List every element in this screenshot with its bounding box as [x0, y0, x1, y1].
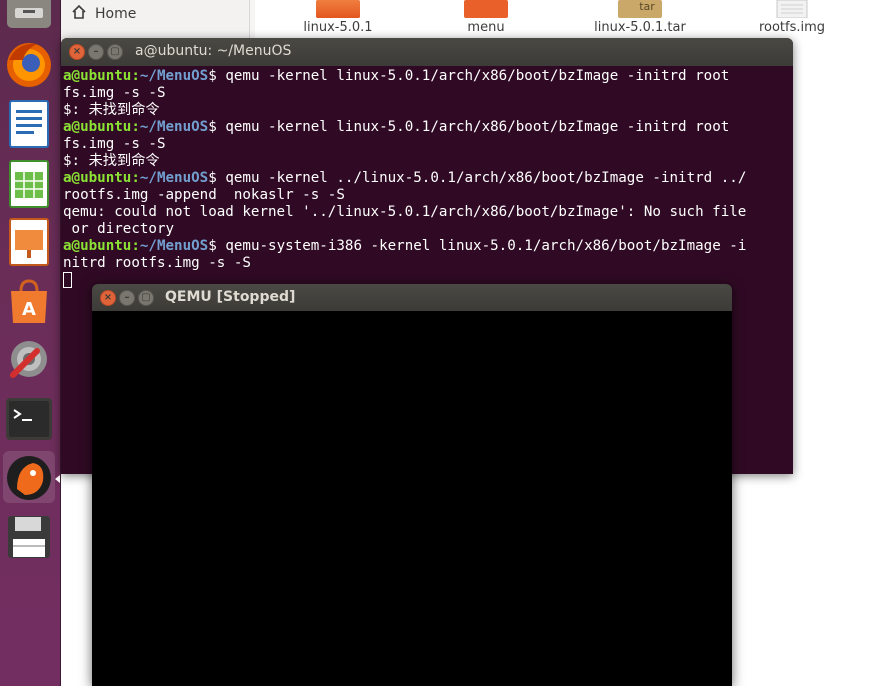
file-label: linux-5.0.1	[303, 20, 373, 35]
file-item-menu[interactable]: menu	[431, 0, 541, 35]
line-text: or directory	[63, 221, 175, 237]
terminal-titlebar[interactable]: × – ▢ a@ubuntu: ~/MenuOS	[61, 38, 793, 66]
text-cursor	[63, 272, 72, 288]
terminal-output-line: $: 未找到命令	[63, 102, 793, 119]
line-text: rootfs.img -append nokaslr -s -S	[63, 187, 345, 203]
line-text: nitrd rootfs.img -s -S	[63, 255, 251, 271]
close-icon: ×	[103, 292, 113, 303]
svg-text:A: A	[22, 299, 36, 320]
terminal-output-line: $: 未找到命令	[63, 153, 793, 170]
file-label: rootfs.img	[758, 20, 826, 35]
prompt-symbol: $	[208, 238, 226, 254]
line-text: qemu-system-i386 -kernel linux-5.0.1/arc…	[225, 238, 747, 254]
prompt-path: ~/MenuOS	[139, 119, 209, 135]
qemu-minimize-button[interactable]: –	[119, 290, 135, 306]
prompt-separator: :	[131, 238, 140, 254]
prompt-separator: :	[131, 68, 140, 84]
calc-icon[interactable]	[3, 158, 55, 210]
sidebar-item-label: Home	[95, 6, 137, 22]
maximize-icon: ▢	[141, 292, 151, 303]
folder-icon	[463, 0, 509, 18]
home-icon	[71, 4, 87, 24]
prompt-user: a@ubuntu	[63, 119, 132, 135]
line-text: qemu -kernel ../linux-5.0.1/arch/x86/boo…	[225, 170, 747, 186]
line-text: $: 未找到命令	[63, 102, 160, 118]
prompt-user: a@ubuntu	[63, 238, 132, 254]
file-label: linux-5.0.1.tar	[594, 20, 686, 35]
close-icon: ×	[72, 46, 82, 57]
minimize-button[interactable]: –	[88, 44, 104, 60]
line-text: qemu: could not load kernel '../linux-5.…	[63, 204, 747, 220]
terminal-output-line: rootfs.img -append nokaslr -s -S	[63, 187, 793, 204]
file-grid: linux-5.0.1 menu linux-5.0.1.tar rootfs.…	[255, 0, 877, 40]
launcher-active-indicator	[55, 475, 60, 483]
close-button[interactable]: ×	[69, 44, 85, 60]
terminal-command-line: a@ubuntu:~/MenuOS$ qemu -kernel linux-5.…	[63, 119, 793, 136]
terminal-output-line: fs.img -s -S	[63, 136, 793, 153]
maximize-button[interactable]: ▢	[107, 44, 123, 60]
launcher: A	[0, 0, 61, 686]
sidebar-item-home[interactable]: Home	[71, 4, 136, 24]
software-center-icon[interactable]: A	[3, 275, 55, 327]
prompt-separator: :	[131, 119, 140, 135]
qemu-title: QEMU [Stopped]	[165, 289, 296, 305]
line-text: qemu -kernel linux-5.0.1/arch/x86/boot/b…	[225, 119, 730, 135]
prompt-user: a@ubuntu	[63, 68, 132, 84]
terminal-output-line: qemu: could not load kernel '../linux-5.…	[63, 204, 793, 221]
terminal-command-line: a@ubuntu:~/MenuOS$ qemu -kernel ../linux…	[63, 170, 793, 187]
prompt-symbol: $	[208, 68, 226, 84]
qemu-display[interactable]	[92, 311, 732, 686]
save-icon[interactable]	[3, 511, 55, 563]
minimize-icon: –	[93, 46, 99, 57]
files-icon[interactable]	[3, 0, 55, 32]
file-icon	[769, 0, 815, 19]
terminal-output-line: or directory	[63, 221, 793, 238]
terminal-icon[interactable]	[3, 393, 55, 445]
minimize-icon: –	[124, 292, 130, 303]
line-text: qemu -kernel linux-5.0.1/arch/x86/boot/b…	[225, 68, 730, 84]
qemu-titlebar[interactable]: × – ▢ QEMU [Stopped]	[92, 284, 732, 311]
file-item-rootfs-img[interactable]: rootfs.img	[737, 0, 847, 35]
firefox-icon[interactable]	[3, 38, 55, 90]
qemu-icon[interactable]	[3, 451, 55, 503]
prompt-separator: :	[131, 170, 140, 186]
line-text: fs.img -s -S	[63, 85, 166, 101]
terminal-title: a@ubuntu: ~/MenuOS	[135, 43, 292, 59]
terminal-output-line: nitrd rootfs.img -s -S	[63, 255, 793, 272]
folder-icon	[315, 0, 361, 18]
prompt-path: ~/MenuOS	[139, 238, 209, 254]
prompt-symbol: $	[208, 170, 226, 186]
line-text: fs.img -s -S	[63, 136, 166, 152]
file-item-linux-5.0.1[interactable]: linux-5.0.1	[283, 0, 393, 35]
maximize-icon: ▢	[110, 46, 120, 57]
prompt-symbol: $	[208, 119, 226, 135]
line-text: $: 未找到命令	[63, 153, 160, 169]
prompt-path: ~/MenuOS	[139, 68, 209, 84]
qemu-maximize-button[interactable]: ▢	[138, 290, 154, 306]
terminal-output-line: fs.img -s -S	[63, 85, 793, 102]
qemu-close-button[interactable]: ×	[100, 290, 116, 306]
prompt-user: a@ubuntu	[63, 170, 132, 186]
file-label: menu	[467, 20, 505, 35]
terminal-command-line: a@ubuntu:~/MenuOS$ qemu -kernel linux-5.…	[63, 68, 793, 85]
impress-icon[interactable]	[3, 216, 55, 268]
archive-badge: tar	[639, 0, 655, 13]
file-manager-window: Home linux-5.0.1 menu linux-5.0.1.tar ro…	[61, 0, 877, 40]
settings-icon[interactable]	[3, 333, 55, 385]
terminal-command-line: a@ubuntu:~/MenuOS$ qemu-system-i386 -ker…	[63, 238, 793, 255]
qemu-window[interactable]: × – ▢ QEMU [Stopped]	[92, 284, 732, 686]
prompt-path: ~/MenuOS	[139, 170, 209, 186]
file-manager-sidebar: Home	[61, 0, 250, 40]
writer-icon[interactable]	[3, 98, 55, 150]
